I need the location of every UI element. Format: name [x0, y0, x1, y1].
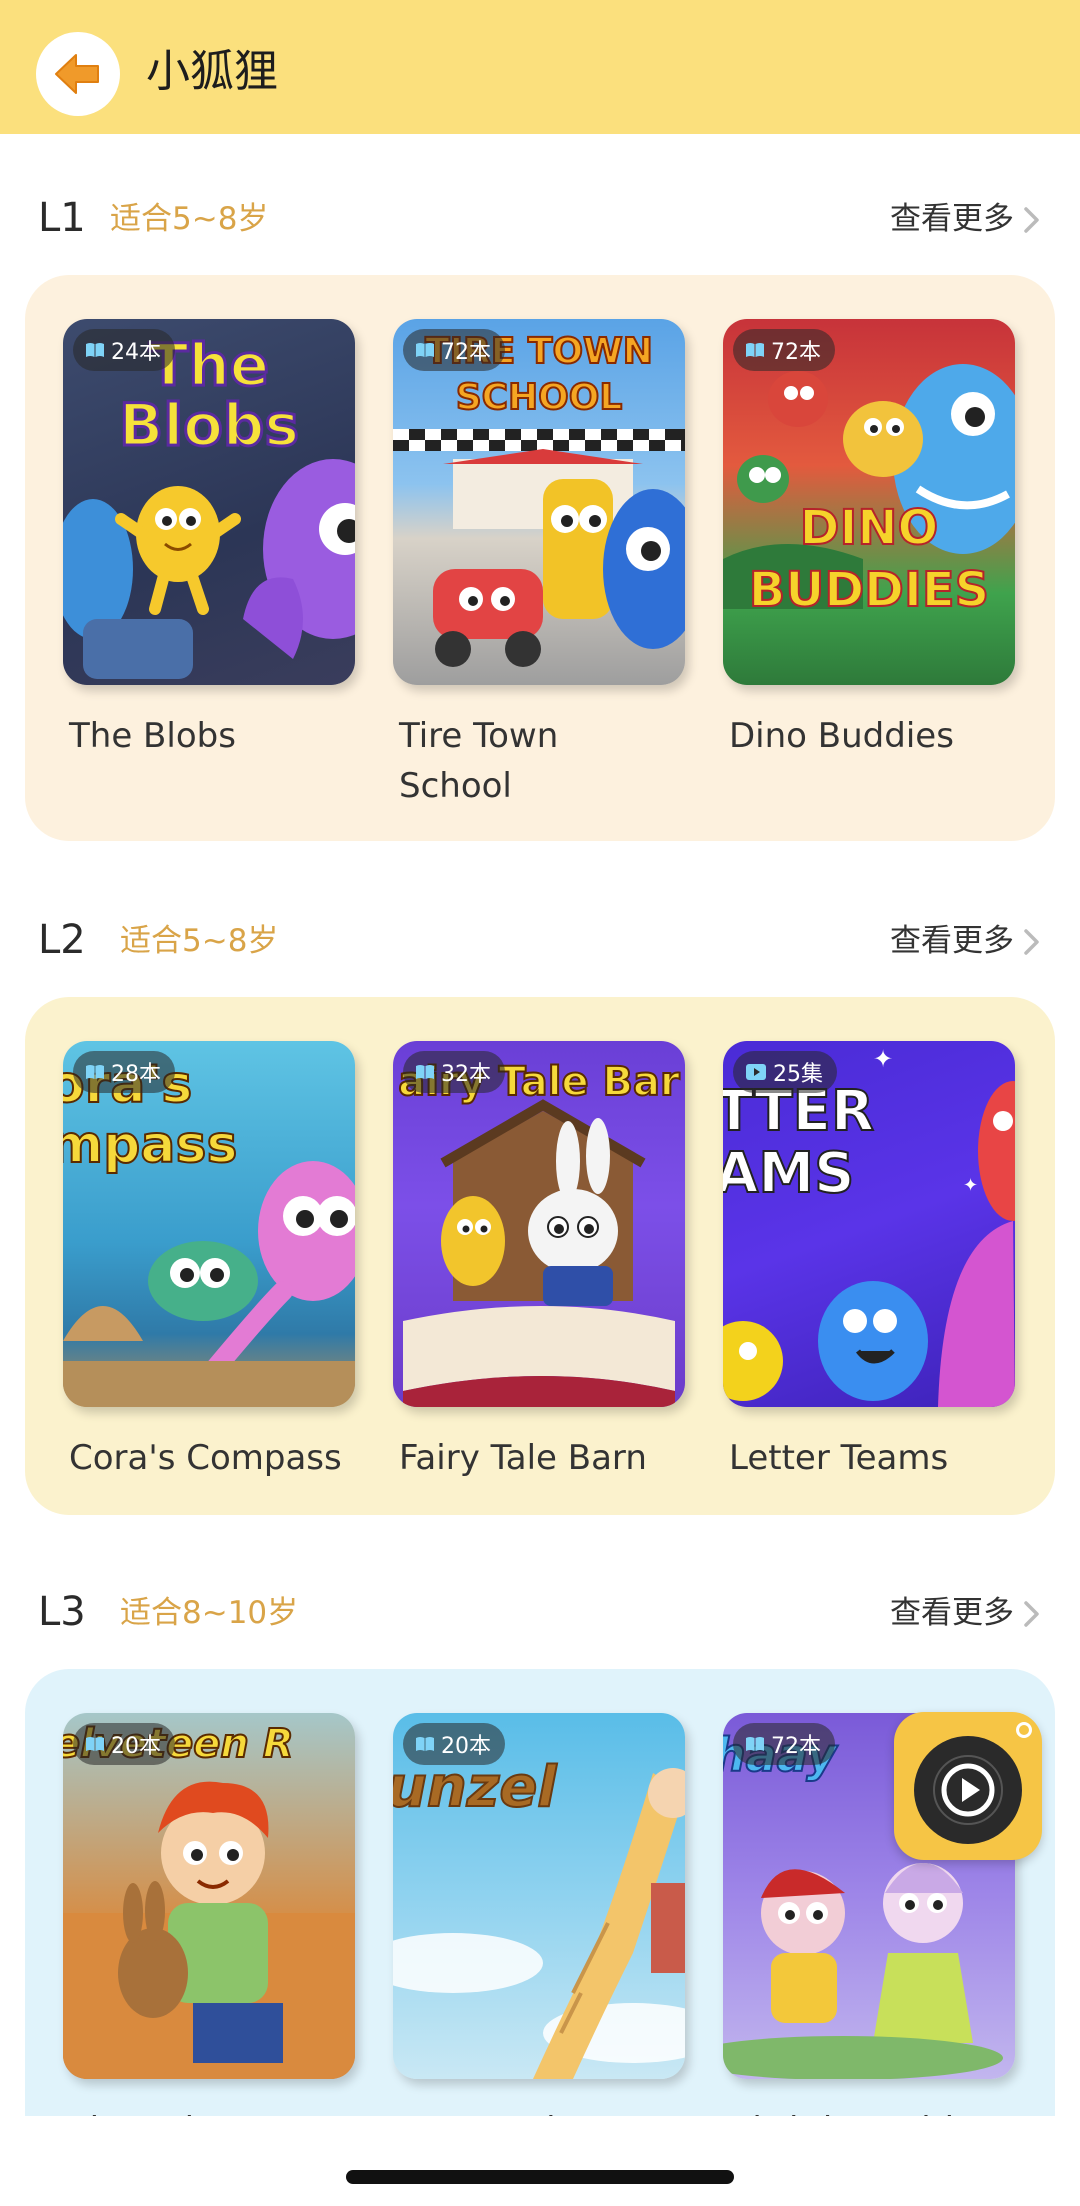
book-icon: [86, 1065, 104, 1079]
book-title: Rapunzel: [399, 2105, 699, 2116]
floating-player-button[interactable]: [894, 1712, 1042, 1860]
count-text: 24本: [111, 340, 161, 365]
book-icon: [416, 343, 434, 357]
section-level: L2: [38, 917, 86, 963]
book-title: Dino Buddies: [729, 716, 954, 756]
top-bar: 小狐狸: [0, 0, 1080, 134]
book-icon: [86, 1737, 104, 1751]
count-badge: 32本: [403, 1051, 505, 1093]
count-text: 20本: [111, 1734, 161, 1759]
chevron-right-icon: [1024, 1601, 1039, 1627]
section-header-l2: L2 适合5~8岁 查看更多: [0, 910, 1080, 970]
cover-title: TTER AMS: [723, 1079, 875, 1206]
book-title: Cora's Compass: [69, 1438, 342, 1478]
book-title: The Velveteen: [69, 2105, 369, 2116]
play-icon: [933, 1755, 1003, 1825]
section-panel-l1: The Blobs 24本 The Blobs TIRE TOWN SCHOOL…: [25, 275, 1055, 841]
section-level: L1: [38, 195, 86, 241]
count-text: 72本: [771, 1734, 821, 1759]
count-badge: 72本: [733, 1723, 835, 1765]
book-cover: TIRE TOWN SCHOOL 72本: [393, 319, 685, 685]
section-panel-l2: ora's mpass 28本 Cora's Compass: [25, 997, 1055, 1515]
cover-title: DINO BUDDIES: [748, 499, 990, 619]
count-badge: 24本: [73, 329, 175, 371]
back-button[interactable]: [36, 32, 120, 116]
book-title: The Blobs: [69, 716, 236, 756]
chevron-right-icon: [1024, 207, 1039, 233]
count-badge: 72本: [733, 329, 835, 371]
book-icon: [86, 343, 104, 357]
count-text: 72本: [771, 340, 821, 365]
count-text: 28本: [111, 1062, 161, 1087]
cover-title: unzel: [393, 1755, 558, 1820]
book-icon: [746, 1737, 764, 1751]
see-more-link[interactable]: 查看更多: [890, 196, 1014, 242]
vinyl-disc-icon: [914, 1736, 1022, 1844]
book-cover: DINO BUDDIES 72本: [723, 319, 1015, 685]
section-level: L3: [38, 1589, 86, 1635]
svg-text:✦: ✦: [963, 1175, 978, 1196]
section-age-range: 适合5~8岁: [110, 201, 269, 237]
book-icon: [416, 1737, 434, 1751]
svg-text:✦: ✦: [873, 1045, 893, 1073]
book-cover: airy Tale Bar 32本: [393, 1041, 685, 1407]
book-cover: The Blobs 24本: [63, 319, 355, 685]
count-badge: 20本: [403, 1723, 505, 1765]
book-cover: ora's mpass 28本: [63, 1041, 355, 1407]
section-header-l3: L3 适合8~10岁 查看更多: [0, 1582, 1080, 1642]
book-title: Letter Teams: [729, 1438, 949, 1478]
count-badge: 20本: [73, 1723, 175, 1765]
count-badge: 28本: [73, 1051, 175, 1093]
count-badge: 25集: [733, 1051, 837, 1093]
book-title: Fairy Tale Barn: [399, 1438, 647, 1478]
back-arrow-icon: [55, 54, 99, 94]
see-more-link[interactable]: 查看更多: [890, 918, 1014, 964]
count-text: 32本: [441, 1062, 491, 1087]
close-dot-icon[interactable]: [1016, 1722, 1032, 1738]
count-badge: 72本: [403, 329, 505, 371]
count-text: 72本: [441, 340, 491, 365]
book-cover: unzel 20本: [393, 1713, 685, 2079]
count-text: 20本: [441, 1734, 491, 1759]
section-age-range: 适合8~10岁: [120, 1595, 299, 1631]
home-indicator[interactable]: [346, 2170, 734, 2184]
book-icon: [416, 1065, 434, 1079]
page-title: 小狐狸: [146, 46, 278, 97]
section-header-l1: L1 适合5~8岁 查看更多: [0, 188, 1080, 248]
book-title: Tire Town School: [399, 716, 559, 806]
book-title: Birthday Fairies: [729, 2105, 1029, 2116]
book-icon: [746, 343, 764, 357]
see-more-link[interactable]: 查看更多: [890, 1590, 1014, 1636]
book-cover: elveteen R 20本: [63, 1713, 355, 2079]
chevron-right-icon: [1024, 929, 1039, 955]
section-age-range: 适合5~8岁: [120, 923, 279, 959]
book-cover: ✦ ✦ TTER AMS 25集: [723, 1041, 1015, 1407]
count-text: 25集: [773, 1062, 823, 1087]
video-icon: [746, 1064, 766, 1080]
